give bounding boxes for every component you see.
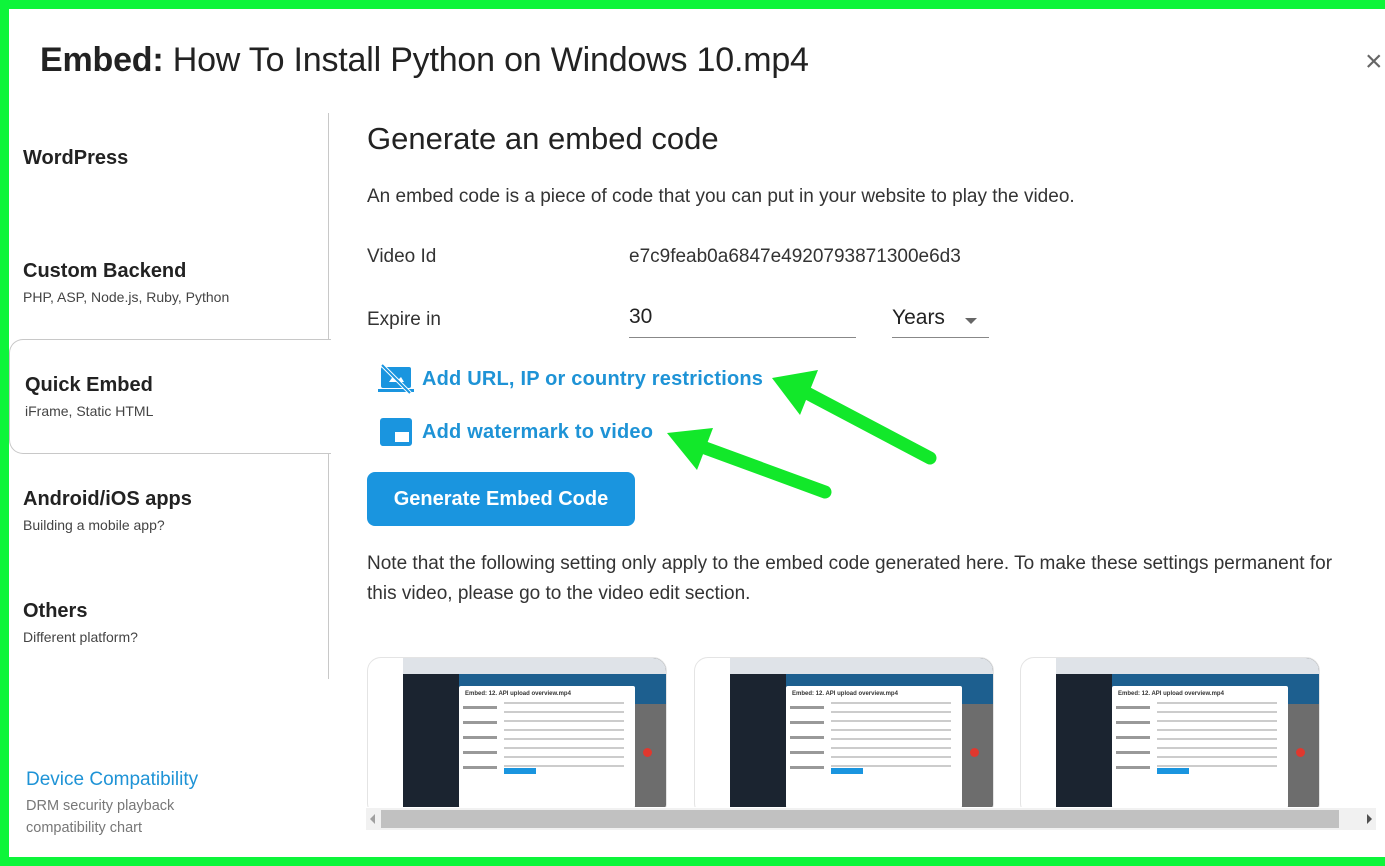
close-icon[interactable]: × (1365, 47, 1385, 77)
expire-label: Expire in (367, 309, 441, 330)
sidebar-item-title: Others (23, 600, 88, 622)
settings-note: Note that the following setting only app… (367, 553, 1333, 604)
watermark-link-label: Add watermark to video (422, 420, 654, 443)
sidebar-item-quick-embed[interactable]: Quick Embed iFrame, Static HTML (25, 374, 315, 419)
thumbnail-item[interactable]: Embed: 12. API upload overview.mp4 (1020, 657, 1320, 807)
device-compatibility: Device Compatibility DRM security playba… (26, 769, 198, 839)
thumbnail-caption: Embed: 12. API upload overview.mp4 (792, 691, 898, 697)
generate-embed-code-button[interactable]: Generate Embed Code (367, 472, 635, 526)
dialog-title-file: How To Install Python on Windows 10.mp4 (172, 41, 809, 79)
thumbnail-item[interactable]: Embed: 12. API upload overview.mp4 (367, 657, 667, 807)
watermark-icon (380, 418, 412, 446)
desc-line: DRM security playback (26, 798, 175, 814)
device-compatibility-desc: DRM security playback compatibility char… (26, 795, 198, 839)
sidebar-item-title: WordPress (23, 147, 129, 169)
sidebar-item-subtitle: Building a mobile app? (23, 517, 165, 533)
horizontal-scrollbar[interactable] (366, 808, 1376, 830)
no-web-restriction-icon (378, 363, 414, 395)
sidebar-item-subtitle: iFrame, Static HTML (25, 403, 154, 419)
sidebar-item-title: Custom Backend (23, 260, 187, 282)
sidebar-item-others[interactable]: Others Different platform? (23, 600, 313, 645)
expire-input[interactable] (629, 296, 856, 338)
sidebar-item-subtitle: Different platform? (23, 629, 138, 645)
sidebar-item-android-ios[interactable]: Android/iOS apps Building a mobile app? (23, 488, 313, 533)
watermark-link[interactable]: Add watermark to video (378, 417, 653, 447)
thumbnail-strip: Embed: 12. API upload overview.mp4 Embed… (367, 657, 1370, 807)
thumbnail-image: Embed: 12. API upload overview.mp4 (730, 658, 993, 807)
expire-unit-value: Years (892, 306, 945, 329)
thumbnail-image: Embed: 12. API upload overview.mp4 (1056, 658, 1319, 807)
sidebar-item-title: Android/iOS apps (23, 488, 192, 510)
thumbnail-caption: Embed: 12. API upload overview.mp4 (1118, 691, 1224, 697)
scroll-left-icon[interactable] (370, 814, 375, 824)
caret-down-icon (965, 318, 977, 324)
expire-unit-select[interactable]: Years (892, 296, 989, 338)
thumbnail-image: Embed: 12. API upload overview.mp4 (403, 658, 666, 807)
sidebar-item-subtitle: PHP, ASP, Node.js, Ruby, Python (23, 289, 230, 305)
dialog-title: Embed: How To Install Python on Windows … (40, 41, 809, 80)
intro-text: An embed code is a piece of code that yo… (367, 186, 1075, 207)
sidebar-divider (328, 453, 329, 679)
sidebar-item-custom-backend[interactable]: Custom Backend PHP, ASP, Node.js, Ruby, … (23, 260, 313, 305)
thumbnail-item[interactable]: Embed: 12. API upload overview.mp4 (694, 657, 994, 807)
restrictions-link[interactable]: Add URL, IP or country restrictions (378, 363, 763, 395)
sidebar-item-wordpress[interactable]: WordPress (23, 147, 313, 170)
desc-line: compatibility chart (26, 820, 143, 836)
video-id-label: Video Id (367, 246, 437, 267)
scrollbar-thumb[interactable] (381, 810, 1339, 828)
dialog-title-prefix: Embed: (40, 41, 164, 79)
video-id-value: e7c9feab0a6847e4920793871300e6d3 (629, 246, 961, 267)
restrictions-link-label: Add URL, IP or country restrictions (422, 367, 764, 390)
embed-dialog: Embed: How To Install Python on Windows … (9, 9, 1385, 857)
sidebar-item-title: Quick Embed (25, 374, 153, 396)
scroll-right-icon[interactable] (1367, 814, 1372, 824)
device-compatibility-link[interactable]: Device Compatibility (26, 769, 198, 791)
section-title: Generate an embed code (367, 121, 719, 156)
sidebar-divider (328, 113, 329, 339)
embed-sidebar: WordPress Custom Backend PHP, ASP, Node.… (9, 113, 331, 679)
thumbnail-caption: Embed: 12. API upload overview.mp4 (465, 691, 571, 697)
